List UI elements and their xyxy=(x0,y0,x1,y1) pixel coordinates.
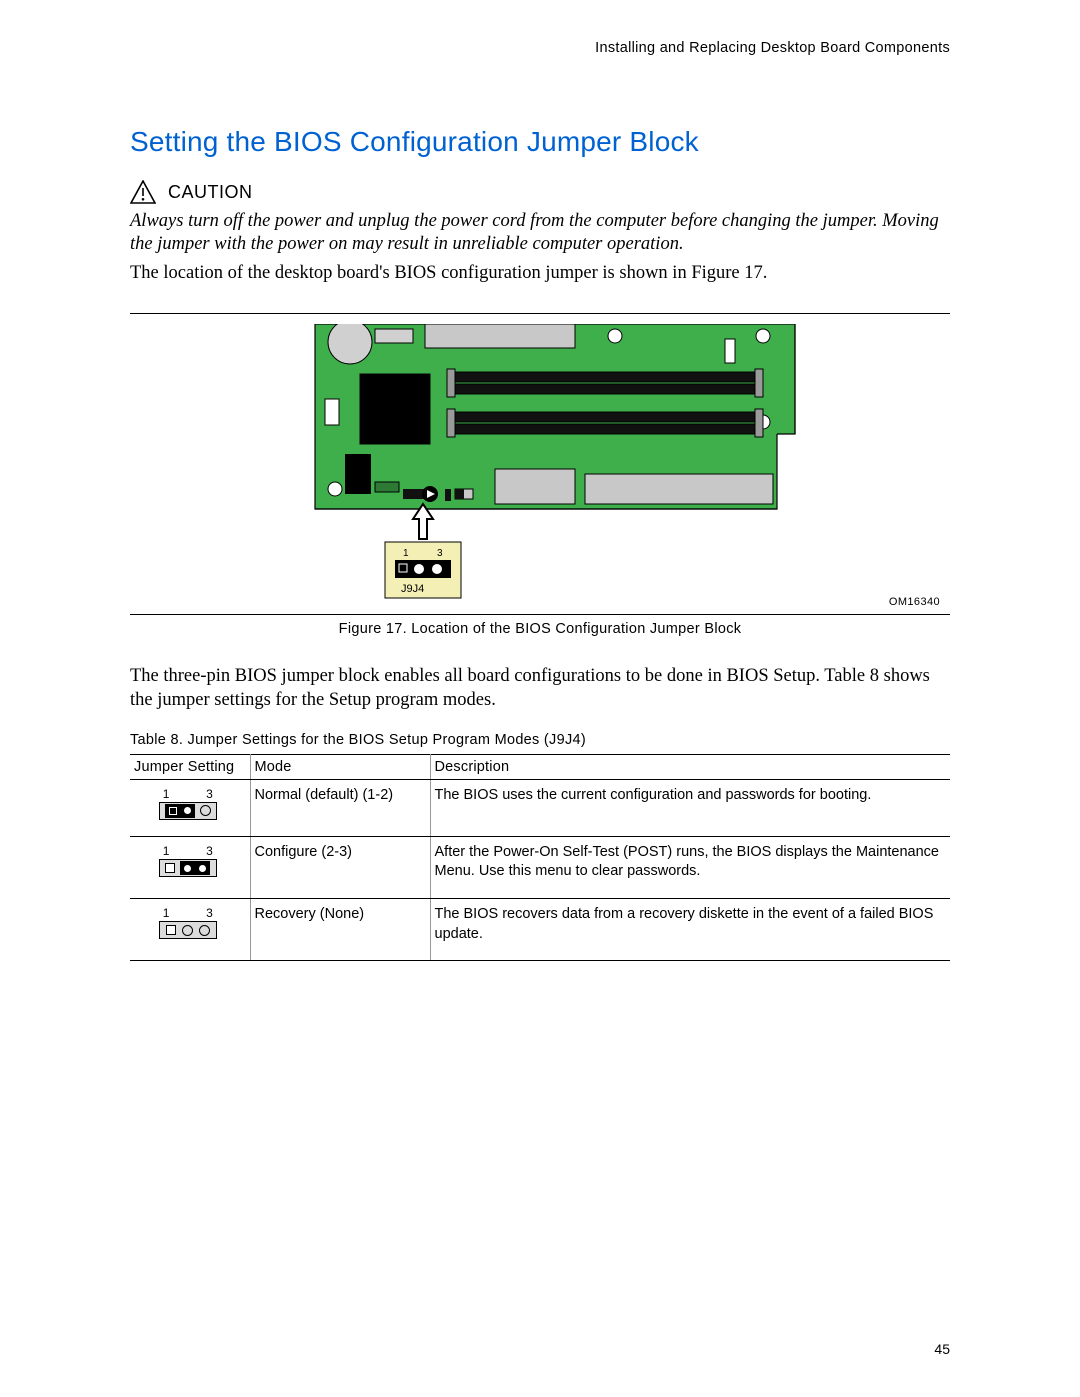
cell-desc: After the Power-On Self-Test (POST) runs… xyxy=(430,836,950,898)
svg-text:3: 3 xyxy=(437,548,443,559)
col-header-jumper: Jumper Setting xyxy=(130,754,250,779)
table-row: 13 Recovery (None) The BIOS recovers dat… xyxy=(130,898,950,960)
figure-17: 1 3 J9J4 OM16340 xyxy=(130,313,950,615)
document-page: Installing and Replacing Desktop Board C… xyxy=(0,0,1080,1397)
cell-desc: The BIOS uses the current configuration … xyxy=(430,779,950,836)
caution-body: Always turn off the power and unplug the… xyxy=(130,210,950,256)
page-number: 45 xyxy=(934,1341,950,1357)
jumper-settings-table: Jumper Setting Mode Description 13 Norma… xyxy=(130,754,950,961)
caution-label: CAUTION xyxy=(168,182,253,203)
table-row: 13 Normal (default) (1-2) The BIOS uses … xyxy=(130,779,950,836)
jumper-normal-icon xyxy=(159,802,217,820)
motherboard-diagram-icon: 1 3 J9J4 xyxy=(130,324,950,609)
caution-heading-row: CAUTION xyxy=(130,180,950,204)
jumper-configure-icon xyxy=(159,859,217,877)
paragraph-table-intro: The three-pin BIOS jumper block enables … xyxy=(130,665,950,711)
paragraph-location: The location of the desktop board's BIOS… xyxy=(130,262,950,285)
col-header-mode: Mode xyxy=(250,754,430,779)
table-title: Table 8. Jumper Settings for the BIOS Se… xyxy=(130,732,950,748)
caution-triangle-icon xyxy=(130,180,156,204)
figure-id: OM16340 xyxy=(889,596,940,608)
jumper-recovery-icon xyxy=(159,921,217,939)
cell-desc: The BIOS recovers data from a recovery d… xyxy=(430,898,950,960)
col-header-desc: Description xyxy=(430,754,950,779)
cell-mode: Normal (default) (1-2) xyxy=(250,779,430,836)
cell-mode: Configure (2-3) xyxy=(250,836,430,898)
section-heading: Setting the BIOS Configuration Jumper Bl… xyxy=(130,126,950,158)
cell-mode: Recovery (None) xyxy=(250,898,430,960)
svg-text:1: 1 xyxy=(403,548,409,559)
figure-caption: Figure 17. Location of the BIOS Configur… xyxy=(130,621,950,637)
jumper-callout-label: J9J4 xyxy=(401,583,424,595)
running-header: Installing and Replacing Desktop Board C… xyxy=(130,40,950,56)
table-row: 13 Configure (2-3) After the Power-On Se… xyxy=(130,836,950,898)
